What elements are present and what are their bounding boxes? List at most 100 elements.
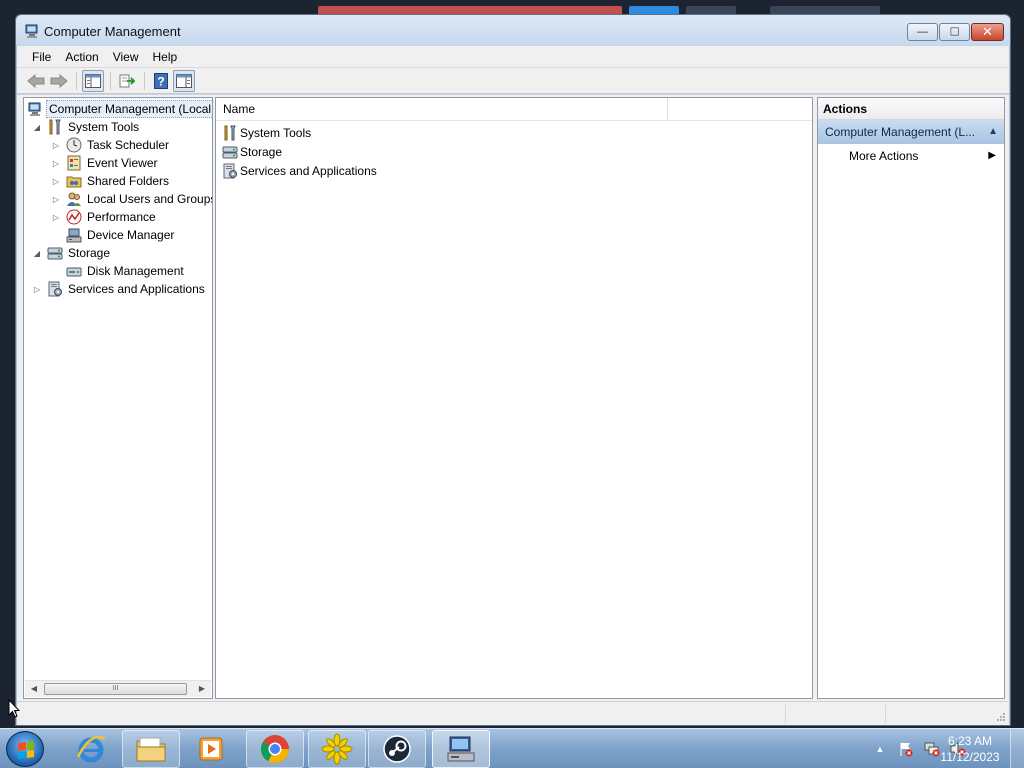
- column-header-empty[interactable]: [668, 98, 669, 121]
- actions-header: Actions: [818, 98, 1004, 120]
- menu-action[interactable]: Action: [58, 47, 105, 67]
- windows-explorer-icon: [136, 737, 166, 762]
- toolbar: ?: [17, 68, 1009, 94]
- show-desktop-button[interactable]: [1010, 729, 1024, 768]
- tree-item-event-viewer[interactable]: ▷ Event Viewer: [51, 154, 159, 172]
- tree-horizontal-scrollbar[interactable]: ◀ III ▶: [25, 680, 211, 697]
- taskbar-windows-explorer[interactable]: [122, 730, 180, 768]
- tools-icon: [47, 119, 63, 135]
- taskbar-chrome[interactable]: [246, 730, 304, 768]
- clock[interactable]: 6:23 AM 11/12/2023: [936, 733, 1004, 765]
- chrome-icon: [261, 735, 289, 763]
- start-button[interactable]: [6, 731, 44, 767]
- event-viewer-icon: [66, 155, 82, 171]
- expand-arrow-icon[interactable]: ▷: [51, 195, 61, 204]
- tree-item-label: Computer Management (Local: [46, 100, 212, 118]
- list-item-storage[interactable]: Storage: [222, 143, 282, 161]
- tree-item-device-manager[interactable]: Device Manager: [51, 226, 176, 244]
- taskbar-computer-management[interactable]: [432, 730, 490, 768]
- services-icon: [47, 281, 63, 297]
- console-tree: Computer Management (Local ◢ System Tool…: [23, 97, 213, 699]
- expand-arrow-icon[interactable]: ▷: [51, 177, 61, 186]
- maximize-button[interactable]: ☐: [939, 23, 970, 41]
- toolbar-separator: [144, 71, 145, 90]
- tree-item-local-users-and-groups[interactable]: ▷ Local Users and Groups: [51, 190, 212, 208]
- tree-item-label: Event Viewer: [87, 156, 158, 170]
- collapse-arrow-icon[interactable]: ◢: [32, 249, 42, 258]
- expand-arrow-icon[interactable]: ▷: [51, 141, 61, 150]
- list-item-services-and-applications[interactable]: Services and Applications: [222, 162, 377, 180]
- toolbar-separator: [110, 71, 111, 90]
- device-manager-icon: [66, 227, 82, 243]
- storage-icon: [222, 144, 238, 160]
- help-button[interactable]: ?: [150, 70, 172, 92]
- status-pane: [785, 705, 885, 723]
- tree-item-task-scheduler[interactable]: ▷ Task Scheduler: [51, 136, 171, 154]
- computer-management-window: Computer Management — ☐ ✕ File Action Vi…: [15, 14, 1011, 726]
- tree-item-services-and-applications[interactable]: ▷ Services and Applications: [32, 280, 207, 298]
- background-window-strip-dark: [686, 6, 736, 14]
- show-hide-action-pane-button[interactable]: [173, 69, 195, 92]
- taskbar-media-player[interactable]: [182, 730, 240, 768]
- resize-grip-icon[interactable]: [996, 712, 1006, 722]
- taskbar-yellow-star-app[interactable]: [308, 730, 366, 768]
- tree-item-disk-management[interactable]: Disk Management: [51, 262, 186, 280]
- menu-file[interactable]: File: [25, 47, 58, 67]
- menu-view[interactable]: View: [106, 47, 146, 67]
- expand-arrow-icon[interactable]: ▷: [51, 213, 61, 222]
- background-window-strip-red: [318, 6, 622, 14]
- scroll-left-icon[interactable]: ◀: [29, 684, 39, 693]
- action-center-flag-icon[interactable]: [896, 741, 916, 757]
- taskbar: ▲ 6:23 AM 11/12/2023: [0, 728, 1024, 768]
- computer-management-icon: [447, 736, 475, 762]
- media-player-icon: [199, 737, 223, 761]
- list-item-system-tools[interactable]: System Tools: [222, 124, 311, 142]
- title-bar[interactable]: Computer Management — ☐ ✕: [16, 15, 1010, 45]
- maximize-icon: ☐: [949, 26, 960, 39]
- show-hide-console-tree-button[interactable]: [82, 69, 104, 92]
- actions-pane: Actions Computer Management (L... ▲ More…: [817, 97, 1005, 699]
- list-item-label: Storage: [240, 145, 283, 159]
- submenu-arrow-icon: ▶: [988, 150, 996, 161]
- tree-item-label: Device Manager: [87, 228, 175, 242]
- shared-folder-icon: [66, 173, 82, 189]
- tree-item-label: System Tools: [68, 120, 140, 134]
- export-list-button[interactable]: [116, 70, 138, 92]
- expand-arrow-icon[interactable]: ▷: [32, 285, 42, 294]
- toolbar-separator: [76, 71, 77, 90]
- help-icon: ?: [154, 72, 168, 89]
- close-icon: ✕: [982, 24, 993, 39]
- actions-group-label: Computer Management (L...: [825, 125, 976, 139]
- collapse-arrow-icon[interactable]: ◢: [32, 123, 42, 132]
- performance-icon: [66, 209, 82, 225]
- background-window-strip-dark2: [770, 6, 880, 14]
- menu-help[interactable]: Help: [146, 47, 185, 67]
- expand-arrow-icon[interactable]: ▷: [51, 159, 61, 168]
- internet-explorer-icon: [76, 735, 106, 763]
- forward-button[interactable]: [48, 70, 70, 92]
- tree-item-performance[interactable]: ▷ Performance: [51, 208, 158, 226]
- taskbar-internet-explorer[interactable]: [62, 730, 120, 768]
- tree-item-root[interactable]: Computer Management (Local: [27, 100, 212, 118]
- column-header-name[interactable]: Name: [216, 98, 668, 121]
- tree-item-shared-folders[interactable]: ▷ Shared Folders: [51, 172, 171, 190]
- tree-item-label: Task Scheduler: [87, 138, 170, 152]
- minimize-button[interactable]: —: [907, 23, 938, 41]
- steam-icon: [383, 735, 411, 763]
- show-hide-action-pane-icon: [176, 73, 192, 88]
- scroll-right-icon[interactable]: ▶: [197, 684, 207, 693]
- list-item-label: Services and Applications: [240, 164, 377, 178]
- actions-group-computer-management[interactable]: Computer Management (L... ▲: [818, 120, 1004, 144]
- window-title: Computer Management: [44, 24, 181, 39]
- show-hidden-icons-icon[interactable]: ▲: [870, 741, 890, 757]
- close-button[interactable]: ✕: [971, 23, 1004, 41]
- tree-item-storage[interactable]: ◢ Storage: [32, 244, 112, 262]
- list-item-label: System Tools: [240, 126, 312, 140]
- taskbar-steam[interactable]: [368, 730, 426, 768]
- mouse-cursor-icon: [8, 699, 20, 718]
- collapse-up-icon[interactable]: ▲: [988, 120, 998, 144]
- back-button[interactable]: [25, 70, 47, 92]
- more-actions-item[interactable]: More Actions ▶: [818, 144, 1004, 168]
- tree-item-system-tools[interactable]: ◢ System Tools: [32, 118, 141, 136]
- scrollbar-thumb[interactable]: III: [44, 683, 187, 695]
